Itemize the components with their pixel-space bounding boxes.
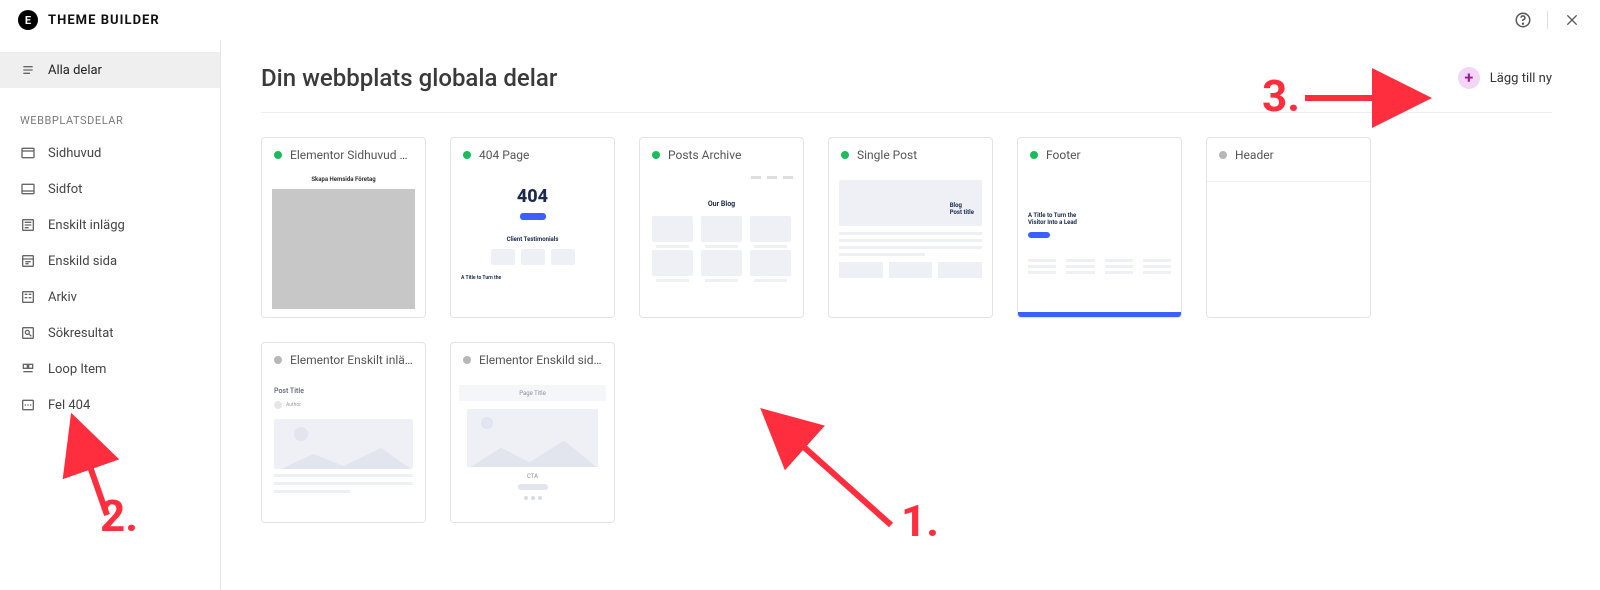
card-title: Posts Archive [668,148,741,162]
layout: Alla delar WEBBPLATSDELAR Sidhuvud Sidfo… [0,40,1600,590]
help-icon[interactable] [1513,10,1533,30]
elementor-logo: E [18,10,38,30]
footer-icon [20,181,36,197]
part-card[interactable]: Elementor Sidhuvud #13 Skapa Hemsida För… [261,137,426,318]
status-dot [841,151,849,159]
status-dot [463,356,471,364]
sidebar: Alla delar WEBBPLATSDELAR Sidhuvud Sidfo… [0,40,221,590]
sidebar-item-sokresultat[interactable]: Sökresultat [0,315,220,351]
sidebar-item-sidfot[interactable]: Sidfot [0,171,220,207]
part-card[interactable]: Elementor Enskilt inlägg … Post Title Au… [261,342,426,523]
card-title: Footer [1046,148,1081,162]
thumbnail [1207,172,1370,317]
single-page-icon [20,253,36,269]
sidebar-item-label: Enskild sida [48,254,117,269]
card-title: Elementor Sidhuvud #13 [290,148,413,162]
single-post-icon [20,217,36,233]
page-title: Din webbplats globala delar [261,64,557,92]
topbar: E THEME BUILDER [0,0,1600,40]
card-title: Single Post [857,148,917,162]
part-card[interactable]: Footer A Title to Turn the Visitor Into … [1017,137,1182,318]
header-icon [20,145,36,161]
thumbnail: A Title to Turn the Visitor Into a Lead [1018,172,1181,317]
list-icon [20,62,36,78]
card-title: 404 Page [479,148,529,162]
sidebar-item-arkiv[interactable]: Arkiv [0,279,220,315]
sidebar-item-enskild-sida[interactable]: Enskild sida [0,243,220,279]
part-card[interactable]: 404 Page 404 Client Testimonials A Title… [450,137,615,318]
thumbnail: Blog Post title [829,172,992,317]
part-card[interactable]: Posts Archive Our Blog [639,137,804,318]
sidebar-item-all-parts[interactable]: Alla delar [0,52,220,88]
sidebar-item-label: Arkiv [48,290,77,305]
thumbnail: Skapa Hemsida Företag [262,172,425,317]
sidebar-item-fel-404[interactable]: Fel 404 [0,387,220,423]
status-dot [1030,151,1038,159]
sidebar-item-enskilt-inlagg[interactable]: Enskilt inlägg [0,207,220,243]
status-dot [274,151,282,159]
separator [1547,11,1548,29]
status-dot [652,151,660,159]
sidebar-item-label: Fel 404 [48,398,90,413]
part-card[interactable]: Single Post Blog Post title [828,137,993,318]
plus-icon: + [1458,67,1480,89]
error-404-icon [20,397,36,413]
add-new-button[interactable]: + Lägg till ny [1458,67,1552,89]
sidebar-item-label: Sökresultat [48,326,114,341]
sidebar-item-label: Enskilt inlägg [48,218,125,233]
sidebar-section-label: WEBBPLATSDELAR [0,88,220,135]
sidebar-item-label: Sidfot [48,182,82,197]
sidebar-item-label: Alla delar [48,63,102,78]
topbar-left: E THEME BUILDER [18,10,160,30]
status-dot [463,151,471,159]
close-icon[interactable] [1562,10,1582,30]
parts-grid: Elementor Sidhuvud #13 Skapa Hemsida För… [261,137,1552,523]
thumbnail: Post Title Author [262,377,425,522]
card-title: Header [1235,148,1274,162]
card-title: Elementor Enskild sida #… [479,353,602,367]
search-results-icon [20,325,36,341]
sidebar-item-label: Sidhuvud [48,146,101,161]
thumbnail: Our Blog [640,172,803,317]
app-title: THEME BUILDER [48,13,160,28]
topbar-actions [1513,10,1582,30]
card-title: Elementor Enskilt inlägg … [290,353,413,367]
thumbnail: 404 Client Testimonials A Title to Turn … [451,172,614,317]
add-new-label: Lägg till ny [1490,71,1552,86]
archive-icon [20,289,36,305]
sidebar-item-label: Loop Item [48,362,106,377]
part-card[interactable]: Elementor Enskild sida #… Page Title CTA [450,342,615,523]
sidebar-item-sidhuvud[interactable]: Sidhuvud [0,135,220,171]
thumbnail: Page Title CTA [451,377,614,522]
main: Din webbplats globala delar + Lägg till … [221,40,1600,590]
status-dot [274,356,282,364]
page-head: Din webbplats globala delar + Lägg till … [261,64,1552,113]
sidebar-item-loop-item[interactable]: Loop Item [0,351,220,387]
part-card[interactable]: Header [1206,137,1371,318]
status-dot [1219,151,1227,159]
loop-item-icon [20,361,36,377]
